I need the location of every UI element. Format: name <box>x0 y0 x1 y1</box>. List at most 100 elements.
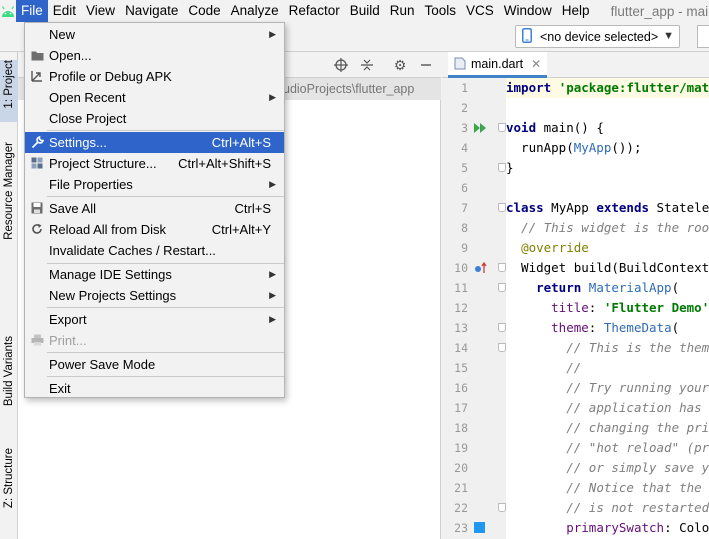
code-line: return MaterialApp( <box>536 280 680 295</box>
menu-item-new-projects-settings[interactable]: New Projects Settings ▶ <box>25 285 284 306</box>
menu-refactor[interactable]: Refactor <box>284 0 345 22</box>
menu-item-save-all[interactable]: Save All Ctrl+S <box>25 198 284 219</box>
line-number: 23 <box>454 521 468 535</box>
fold-marker-icon[interactable] <box>498 263 506 272</box>
line-number: 19 <box>454 441 468 455</box>
menu-item-invalidate-caches[interactable]: Invalidate Caches / Restart... <box>25 240 284 261</box>
menu-item-file-properties[interactable]: File Properties ▶ <box>25 174 284 195</box>
menu-view[interactable]: View <box>81 0 120 22</box>
device-selector[interactable]: <no device selected> ▼ <box>515 25 680 48</box>
fold-marker-icon[interactable] <box>498 323 506 332</box>
menu-separator <box>47 376 284 377</box>
line-number: 20 <box>454 461 468 475</box>
wrench-icon <box>30 135 44 149</box>
locate-icon[interactable] <box>332 56 350 74</box>
code-line: // application has a blue toolbar <box>566 400 702 415</box>
fold-marker-icon[interactable] <box>498 343 506 352</box>
menu-item-close-project[interactable]: Close Project <box>25 108 284 129</box>
menu-item-label: File Properties <box>49 177 133 192</box>
menu-item-new[interactable]: New ▶ <box>25 24 284 45</box>
line-number: 9 <box>461 241 468 255</box>
submenu-arrow-icon: ▶ <box>269 314 276 324</box>
fold-marker-icon[interactable] <box>498 163 506 172</box>
menu-item-label: Reload All from Disk <box>49 222 167 237</box>
submenu-arrow-icon: ▶ <box>269 269 276 279</box>
menu-item-label: Profile or Debug APK <box>49 69 172 84</box>
menu-analyze[interactable]: Analyze <box>226 0 284 22</box>
menu-item-label: Print... <box>49 333 87 348</box>
line-number: 16 <box>454 381 468 395</box>
run-config-button[interactable] <box>697 25 709 48</box>
menu-item-shortcut: Ctrl+Alt+S <box>211 135 271 150</box>
code-line: title: 'Flutter Demo', <box>551 300 709 315</box>
fold-marker-icon[interactable] <box>498 283 506 292</box>
submenu-arrow-icon: ▶ <box>269 290 276 300</box>
code-line: // This widget is the root of your appli… <box>521 220 709 235</box>
file-menu-dropdown: New ▶ Open... Profile or Debug APK Open … <box>24 22 285 398</box>
tab-project[interactable]: 1: Project <box>0 60 18 122</box>
menu-item-manage-ide-settings[interactable]: Manage IDE Settings ▶ <box>25 264 284 285</box>
apk-icon <box>30 69 44 83</box>
menu-run[interactable]: Run <box>385 0 420 22</box>
collapse-all-icon[interactable] <box>358 56 376 74</box>
fold-marker-icon[interactable] <box>498 503 506 512</box>
fold-marker-icon[interactable] <box>498 123 506 132</box>
line-number: 4 <box>461 141 468 155</box>
menu-item-print[interactable]: Print... <box>25 330 284 351</box>
menu-build[interactable]: Build <box>345 0 385 22</box>
color-swatch-icon[interactable] <box>474 518 485 538</box>
menu-item-power-save-mode[interactable]: Power Save Mode <box>25 354 284 375</box>
tab-structure[interactable]: Z: Structure <box>0 448 18 526</box>
tab-project-label: 1: Project <box>3 60 15 109</box>
override-icon[interactable] <box>474 258 488 278</box>
close-icon[interactable]: ✕ <box>531 57 541 71</box>
menu-item-label: Invalidate Caches / Restart... <box>49 243 216 258</box>
device-selector-label: <no device selected> <box>540 29 659 44</box>
menu-item-export[interactable]: Export ▶ <box>25 309 284 330</box>
editor-tab-main-dart[interactable]: main.dart ✕ <box>448 52 548 78</box>
dart-file-icon <box>454 57 466 70</box>
reload-icon <box>30 222 44 236</box>
menu-help[interactable]: Help <box>557 0 595 22</box>
tab-resource-manager[interactable]: Resource Manager <box>0 142 18 264</box>
run-icon[interactable] <box>474 118 488 138</box>
code-area[interactable]: import 'package:flutter/material.dart'; … <box>506 78 709 539</box>
tab-structure-label: Z: Structure <box>3 448 15 509</box>
phone-icon <box>522 27 532 46</box>
menu-item-shortcut: Ctrl+S <box>234 201 271 216</box>
submenu-arrow-icon: ▶ <box>269 29 276 39</box>
tab-build-variants[interactable]: Build Variants <box>0 336 18 426</box>
minimize-icon[interactable] <box>417 56 435 74</box>
menu-file[interactable]: File <box>16 0 48 22</box>
menu-item-reload-from-disk[interactable]: Reload All from Disk Ctrl+Alt+Y <box>25 219 284 240</box>
line-number: 13 <box>454 321 468 335</box>
editor-gutter: 1 2 3 4 5 6 7 8 9 10 11 12 13 14 15 16 1… <box>442 78 506 539</box>
print-icon <box>30 333 44 347</box>
line-number: 8 <box>461 221 468 235</box>
menu-vcs[interactable]: VCS <box>461 0 499 22</box>
menu-separator <box>47 196 284 197</box>
menu-code[interactable]: Code <box>183 0 225 22</box>
menu-navigate[interactable]: Navigate <box>120 0 183 22</box>
line-number: 14 <box>454 341 468 355</box>
code-line: // "hot reload" (press "r" <box>566 440 709 455</box>
menu-item-profile-debug-apk[interactable]: Profile or Debug APK <box>25 66 284 87</box>
menu-edit[interactable]: Edit <box>48 0 81 22</box>
menu-item-settings[interactable]: Settings... Ctrl+Alt+S <box>25 132 284 153</box>
code-line: void main() { <box>506 120 604 135</box>
line-number: 22 <box>454 501 468 515</box>
menu-item-open-recent[interactable]: Open Recent ▶ <box>25 87 284 108</box>
fold-marker-icon[interactable] <box>498 203 506 212</box>
menu-window[interactable]: Window <box>499 0 557 22</box>
line-number: 21 <box>454 481 468 495</box>
gear-icon[interactable]: ⚙ <box>391 56 409 74</box>
menu-item-open[interactable]: Open... <box>25 45 284 66</box>
line-number: 7 <box>461 201 468 215</box>
menu-item-label: Save All <box>49 201 96 216</box>
menu-item-shortcut: Ctrl+Alt+Shift+S <box>178 156 271 171</box>
menu-item-project-structure[interactable]: Project Structure... Ctrl+Alt+Shift+S <box>25 153 284 174</box>
menu-separator <box>47 352 284 353</box>
menu-item-exit[interactable]: Exit <box>25 378 284 399</box>
menu-item-label: New Projects Settings <box>49 288 177 303</box>
menu-tools[interactable]: Tools <box>420 0 462 22</box>
